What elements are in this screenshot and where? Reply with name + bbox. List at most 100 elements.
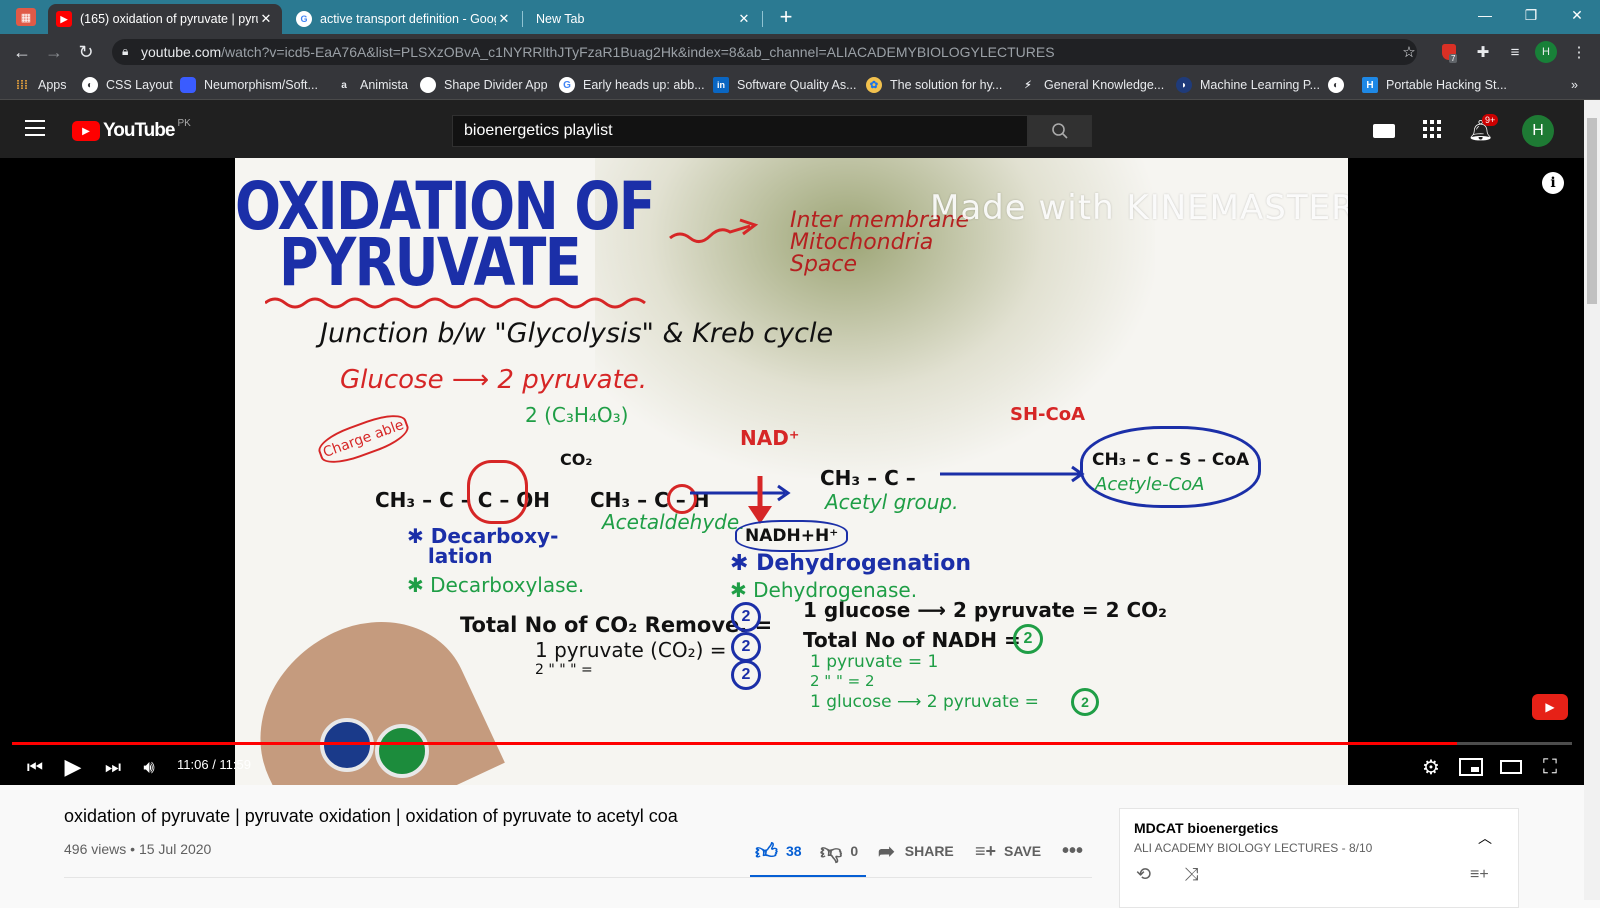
bookmark-early-heads-up[interactable]: G Early heads up: abb... [559,76,705,94]
fullscreen-icon[interactable]: ⛶ [1535,752,1565,782]
url-text[interactable]: youtube.com/watch?v=icd5-EaA76A&list=PLS… [141,44,1055,60]
youtube-favicon-icon: ▶ [56,11,72,27]
divider [64,877,1092,878]
wb-junction: Junction b/w "Glycolysis" & Kreb cycle [320,318,834,349]
wb-arrow-acetylcoa [940,465,1085,483]
minimize-icon[interactable]: — [1462,0,1508,30]
tab-google[interactable]: G active transport definition - Goog ✕ [288,4,520,34]
wb-dehydrogenation: ✱ Dehydrogenation [730,551,972,576]
page-scrollbar-thumb[interactable] [1587,118,1597,304]
thumbs-up-icon: 👍︎ [755,838,778,864]
bookmarks-overflow-icon[interactable]: » [1571,76,1578,94]
wb-nad: NAD⁺ [740,426,800,450]
previous-icon[interactable]: ⏮︎ [20,752,50,782]
volume-icon[interactable]: 🔊︎ [136,752,162,782]
bookmark-animista[interactable]: a Animista [336,76,408,94]
youtube-logo-text: YouTube [103,120,175,141]
wb-charge-able: Charge able [314,408,413,470]
extension-badge: 7 [1449,54,1458,63]
apps-grid-icon[interactable] [1423,120,1441,138]
tab-close-icon[interactable]: ✕ [258,11,274,27]
wb-nadh-3: 1 glucose ⟶ 2 pyruvate = [810,692,1039,712]
bookmark-apps[interactable]: ⁞⁞⁞ Apps [14,76,67,94]
bookmark-portable-hacking[interactable]: H Portable Hacking St... [1362,76,1507,94]
wb-formula: 2 (C₃H₄O₃) [525,403,629,427]
time-display: 11:06 / 11:59 [177,757,251,772]
like-button[interactable]: 👍︎ 38 [755,836,802,866]
restore-icon[interactable]: ❐ [1508,0,1554,30]
shuffle-icon[interactable]: ⤨ [1184,864,1198,885]
forward-icon[interactable]: → [42,40,66,64]
back-icon[interactable]: ← [10,40,34,64]
upload-date: 15 Jul 2020 [138,841,212,857]
reload-icon[interactable]: ↻ [74,40,98,64]
bookmark-neumorphism[interactable]: Neumorphism/Soft... [180,76,318,94]
miniplayer-icon[interactable] [1456,752,1486,782]
tab-youtube[interactable]: ▶ (165) oxidation of pyruvate | pyru ✕ [48,4,282,34]
bookmark-general-knowledge[interactable]: ⚡︎ General Knowledge... [1020,76,1164,94]
wb-circle-2a: 2 [731,602,761,632]
create-video-icon[interactable] [1373,124,1395,138]
wb-nadh: NADH+H⁺ [735,520,849,552]
neumorphism-icon [180,77,196,93]
bookmark-label: Apps [38,78,67,92]
more-actions-icon[interactable]: ••• [1062,836,1083,866]
next-icon[interactable]: ⏭︎ [98,752,128,782]
wb-pyr-co2: 1 pyruvate (CO₂) = [535,638,727,662]
browser-menu-icon[interactable]: ⋮ [1568,41,1590,63]
tab-search-icon[interactable]: ▦ [16,8,36,26]
play-button-icon[interactable]: ▶ [58,752,88,782]
collapse-chevron-up-icon[interactable]: ︿ [1478,828,1492,848]
reading-list-icon[interactable]: ≡ [1504,41,1526,63]
tab-close-icon[interactable]: ✕ [736,11,752,27]
video-info-icon[interactable]: i [1542,172,1564,194]
wb-carboxyl-circle [467,460,528,524]
profile-avatar[interactable]: H [1535,41,1557,63]
search-input[interactable] [462,115,1026,147]
tab-title: New Tab [536,12,585,26]
wb-title-line2: PYRUVATE [279,224,582,301]
dislike-button[interactable]: 👎︎ 0 [820,836,858,866]
thumbs-down-icon: 👎︎ [820,838,843,864]
save-button[interactable]: ≡+ SAVE [975,836,1041,866]
extensions-puzzle-icon[interactable]: ✚ [1472,41,1494,63]
bookmark-solution-for-hy[interactable]: ✿ The solution for hy... [866,76,1002,94]
tab-new-tab[interactable]: New Tab ✕ [528,4,760,34]
playlist-title[interactable]: MDCAT bioenergetics [1134,820,1278,836]
bookmark-label: Animista [360,78,408,92]
shape-divider-icon [420,77,436,93]
wb-glucose-line: Glucose ⟶ 2 pyruvate. [340,365,648,395]
url-path: /watch?v=icd5-EaA76A&list=PLSXzOBvA_c1NY… [221,44,1055,60]
video-frame-whiteboard[interactable]: OXIDATION OF PYRUVATE Inter membrane Mit… [235,158,1348,785]
share-button[interactable]: ➦ SHARE [878,836,954,866]
tab-close-icon[interactable]: ✕ [496,11,512,27]
new-tab-plus-icon[interactable]: + [774,4,798,29]
channel-watermark-icon[interactable]: ▶ [1532,694,1568,720]
bookmark-machine-learning[interactable]: ◗ Machine Learning P... [1176,76,1320,94]
theater-mode-icon[interactable] [1496,752,1526,782]
close-window-icon[interactable]: ✕ [1554,0,1600,30]
view-count: 496 views [64,841,127,857]
bookmark-star-icon[interactable]: ☆ [1398,41,1420,63]
youtube-logo[interactable]: ▶ YouTube PK [72,118,191,142]
wb-title-underline [265,297,646,309]
bookmark-label: CSS Layout [106,78,173,92]
wb-acetylcoa-label: Acetyle-CoA [1095,474,1205,495]
dislike-count: 0 [850,843,859,859]
wb-co2: CO₂ [560,450,593,469]
bookmark-shape-divider[interactable]: Shape Divider App [420,76,548,94]
account-avatar[interactable]: H [1522,115,1554,147]
bookmark-css-layout[interactable]: ◐ CSS Layout [82,76,173,94]
playlist-add-icon[interactable]: ≡+ [1470,866,1489,884]
animista-icon: a [341,79,347,91]
playlist-channel[interactable]: ALI ACADEMY BIOLOGY LECTURES - 8/10 [1134,841,1372,855]
time-current: 11:06 [177,757,209,772]
loop-playlist-icon[interactable]: ⟲ [1136,864,1151,885]
settings-gear-icon[interactable]: ⚙︎ [1416,752,1446,782]
gk-icon: ⚡︎ [1024,79,1032,91]
bookmark-software-quality[interactable]: in Software Quality As... [713,76,857,94]
wb-circle-2e: 2 [1071,688,1099,716]
bookmark-unnamed[interactable]: ◐ [1328,76,1352,94]
search-button[interactable] [1028,115,1092,147]
hamburger-menu-icon[interactable] [25,120,45,136]
